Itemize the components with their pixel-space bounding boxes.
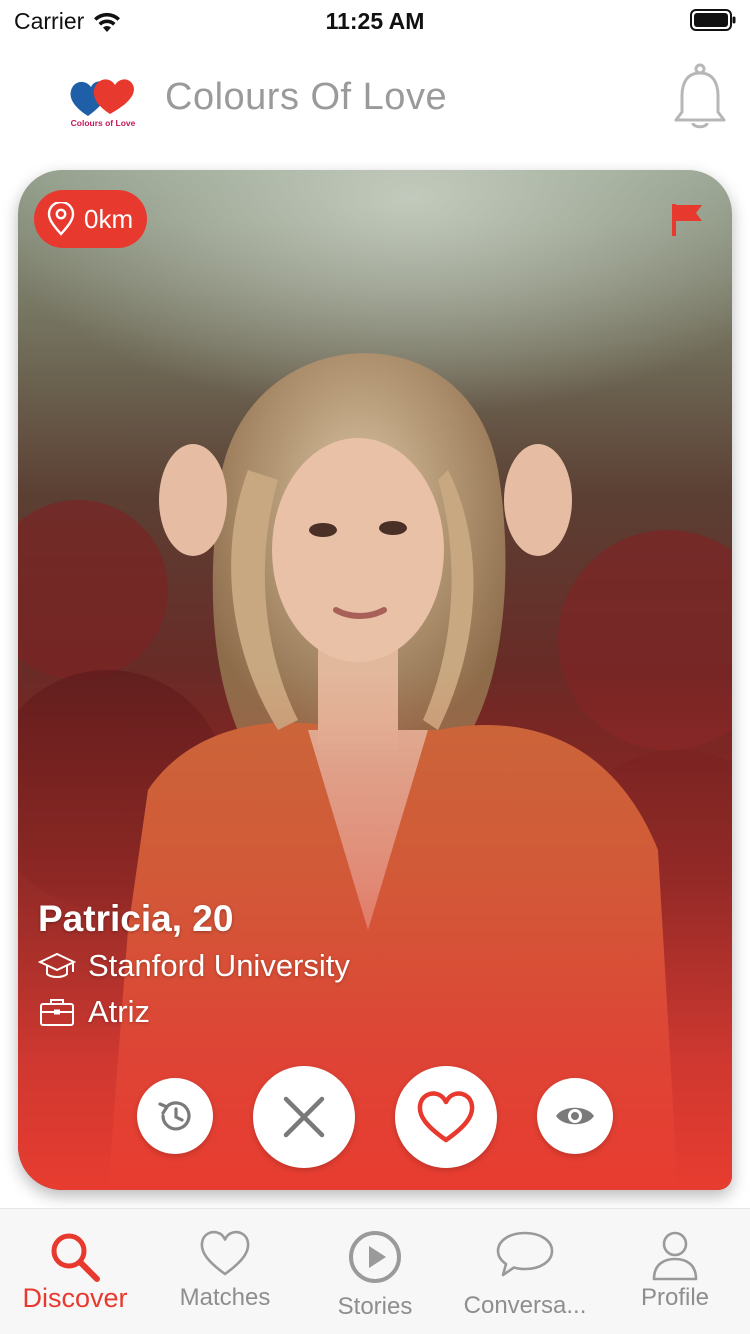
search-icon xyxy=(51,1233,100,1282)
tab-label-discover: Discover xyxy=(22,1283,128,1313)
heart-outline-icon xyxy=(200,1230,250,1276)
battery-icon xyxy=(690,9,736,31)
tab-label-matches: Matches xyxy=(179,1284,271,1311)
play-circle-icon xyxy=(349,1231,401,1283)
tab-label-profile: Profile xyxy=(640,1284,710,1311)
job-label: Atriz xyxy=(88,994,150,1029)
tab-label-conversations: Conversa... xyxy=(463,1292,587,1319)
flag-icon[interactable] xyxy=(670,202,704,238)
like-button[interactable] xyxy=(395,1066,497,1168)
person-icon xyxy=(652,1231,698,1281)
status-time: 11:25 AM xyxy=(325,8,425,34)
profile-card[interactable]: 0km Patricia, 20 Stanford University Atr… xyxy=(18,170,732,1190)
job-row: Atriz xyxy=(38,994,150,1030)
location-pin-icon xyxy=(47,202,75,236)
app-logo: Colours of Love xyxy=(70,79,136,128)
view-profile-button[interactable] xyxy=(537,1078,613,1154)
history-icon xyxy=(158,1101,191,1131)
tab-discover[interactable]: Discover xyxy=(0,1209,150,1334)
school-row: Stanford University xyxy=(38,948,350,984)
eye-icon xyxy=(556,1107,594,1125)
profile-name-age: Patricia, 20 xyxy=(38,898,234,939)
app-title: Colours Of Love xyxy=(165,76,448,118)
tab-profile[interactable]: Profile xyxy=(600,1209,750,1334)
tab-stories[interactable]: Stories xyxy=(300,1209,450,1334)
briefcase-icon xyxy=(40,999,74,1026)
tab-bar: Discover Matches Stories Conversa... Pro… xyxy=(0,1208,750,1334)
rewind-button[interactable] xyxy=(137,1078,213,1154)
dislike-button[interactable] xyxy=(253,1066,355,1168)
graduation-cap-icon xyxy=(38,952,76,978)
status-bar: Carrier 11:25 AM xyxy=(0,0,750,40)
tab-conversations[interactable]: Conversa... xyxy=(450,1209,600,1334)
school-label: Stanford University xyxy=(88,948,350,983)
distance-badge: 0km xyxy=(34,190,148,248)
tab-label-stories: Stories xyxy=(337,1293,413,1320)
chat-bubble-icon xyxy=(496,1231,554,1277)
logo-text: Colours of Love xyxy=(71,118,136,128)
tab-matches[interactable]: Matches xyxy=(150,1209,300,1334)
bell-icon[interactable] xyxy=(672,62,728,132)
discover-screen: Carrier 11:25 AM Colours of Love Colours… xyxy=(0,0,750,1334)
app-header: Colours of Love Colours Of Love xyxy=(0,52,750,152)
heart-icon xyxy=(417,1091,475,1143)
distance-label: 0km xyxy=(84,203,134,234)
close-icon xyxy=(283,1096,325,1138)
